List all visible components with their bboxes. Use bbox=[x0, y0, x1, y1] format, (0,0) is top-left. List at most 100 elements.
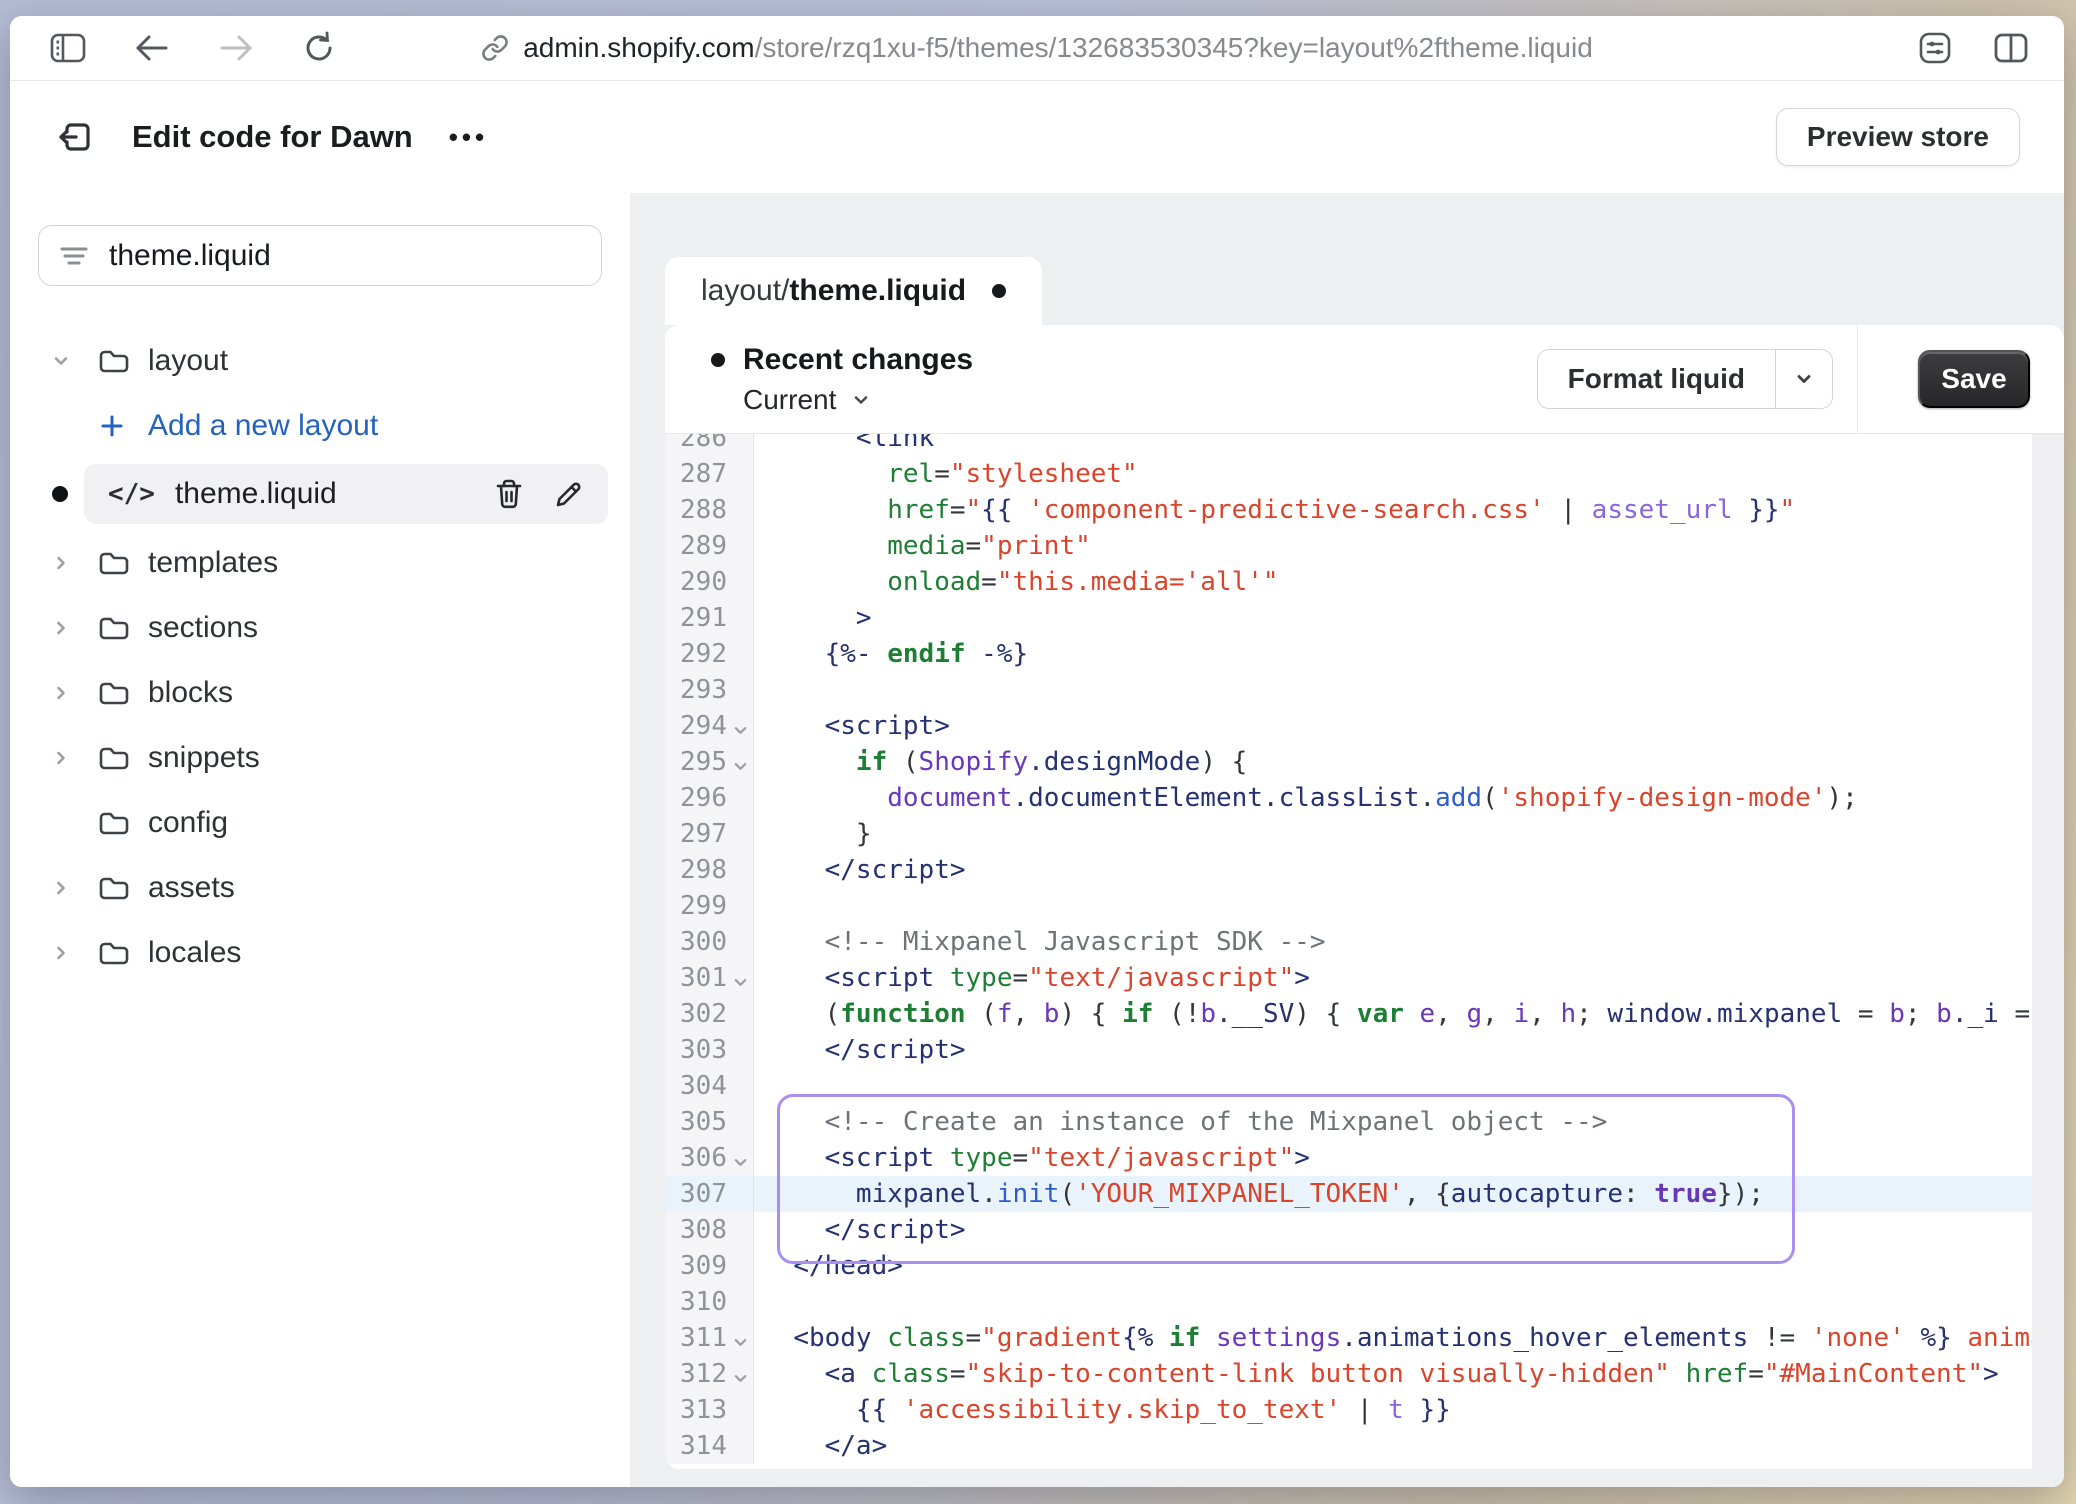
code-text[interactable]: </script> bbox=[754, 1032, 2064, 1068]
sidebar-item-layout[interactable]: layout bbox=[10, 328, 630, 393]
code-text[interactable]: onload="this.media='all'" bbox=[754, 564, 2064, 600]
code-text[interactable]: <script> bbox=[754, 708, 2064, 744]
sidebar-item-locales[interactable]: locales bbox=[10, 920, 630, 985]
code-text[interactable]: <a class="skip-to-content-link button vi… bbox=[754, 1356, 2064, 1392]
forward-button-icon[interactable] bbox=[218, 33, 254, 63]
line-number[interactable]: 311 bbox=[665, 1320, 754, 1356]
delete-file-icon[interactable] bbox=[494, 478, 524, 510]
code-text[interactable] bbox=[754, 1284, 2064, 1320]
code-line-292[interactable]: 292 {%- endif -%} bbox=[665, 636, 2064, 672]
sidebar-item-blocks[interactable]: blocks bbox=[10, 660, 630, 725]
line-number[interactable]: 307 bbox=[665, 1176, 754, 1212]
line-number[interactable]: 294 bbox=[665, 708, 754, 744]
sidebar-item-theme-liquid[interactable]: </>theme.liquid bbox=[10, 458, 630, 530]
code-line-297[interactable]: 297 } bbox=[665, 816, 2064, 852]
code-line-291[interactable]: 291 > bbox=[665, 600, 2064, 636]
line-number[interactable]: 286 bbox=[665, 434, 754, 456]
chevron-icon[interactable] bbox=[50, 942, 98, 964]
code-line-308[interactable]: 308 </script> bbox=[665, 1212, 2064, 1248]
code-line-293[interactable]: 293 bbox=[665, 672, 2064, 708]
code-text[interactable]: if (Shopify.designMode) { bbox=[754, 744, 2064, 780]
code-editor[interactable]: 286 <link287 rel="stylesheet"288 href="{… bbox=[665, 434, 2064, 1469]
fold-chevron-icon[interactable] bbox=[727, 966, 753, 991]
line-number[interactable]: 298 bbox=[665, 852, 754, 888]
code-line-309[interactable]: 309 </head> bbox=[665, 1248, 2064, 1284]
sidebar-item-config[interactable]: config bbox=[10, 790, 630, 855]
fold-chevron-icon[interactable] bbox=[727, 1362, 753, 1387]
code-line-314[interactable]: 314 </a> bbox=[665, 1428, 2064, 1464]
code-text[interactable]: </head> bbox=[754, 1248, 2064, 1284]
line-number[interactable]: 297 bbox=[665, 816, 754, 852]
code-line-303[interactable]: 303 </script> bbox=[665, 1032, 2064, 1068]
code-line-295[interactable]: 295 if (Shopify.designMode) { bbox=[665, 744, 2064, 780]
code-line-290[interactable]: 290 onload="this.media='all'" bbox=[665, 564, 2064, 600]
code-line-313[interactable]: 313 {{ 'accessibility.skip_to_text' | t … bbox=[665, 1392, 2064, 1428]
code-line-296[interactable]: 296 document.documentElement.classList.a… bbox=[665, 780, 2064, 816]
code-line-294[interactable]: 294 <script> bbox=[665, 708, 2064, 744]
code-text[interactable]: media="print" bbox=[754, 528, 2064, 564]
line-number[interactable]: 292 bbox=[665, 636, 754, 672]
code-line-312[interactable]: 312 <a class="skip-to-content-link butto… bbox=[665, 1356, 2064, 1392]
editor-scrollbar-track[interactable] bbox=[2032, 434, 2064, 1469]
code-line-298[interactable]: 298 </script> bbox=[665, 852, 2064, 888]
code-line-305[interactable]: 305 <!-- Create an instance of the Mixpa… bbox=[665, 1104, 2064, 1140]
code-text[interactable]: (function (f, b) { if (!b.__SV) { var e,… bbox=[754, 996, 2064, 1032]
line-number[interactable]: 308 bbox=[665, 1212, 754, 1248]
code-line-299[interactable]: 299 bbox=[665, 888, 2064, 924]
code-line-289[interactable]: 289 media="print" bbox=[665, 528, 2064, 564]
code-text[interactable]: rel="stylesheet" bbox=[754, 456, 2064, 492]
code-text[interactable]: <script type="text/javascript"> bbox=[754, 960, 2064, 996]
code-text[interactable]: </script> bbox=[754, 1212, 2064, 1248]
code-line-286[interactable]: 286 <link bbox=[665, 434, 2064, 456]
line-number[interactable]: 295 bbox=[665, 744, 754, 780]
fold-chevron-icon[interactable] bbox=[727, 1326, 753, 1351]
split-view-icon[interactable] bbox=[1994, 33, 2028, 63]
add-new-layout-button[interactable]: Add a new layout bbox=[10, 393, 630, 458]
line-number[interactable]: 290 bbox=[665, 564, 754, 600]
line-number[interactable]: 310 bbox=[665, 1284, 754, 1320]
code-line-310[interactable]: 310 bbox=[665, 1284, 2064, 1320]
code-line-288[interactable]: 288 href="{{ 'component-predictive-searc… bbox=[665, 492, 2064, 528]
fold-chevron-icon[interactable] bbox=[727, 1146, 753, 1171]
code-text[interactable]: > bbox=[754, 600, 2064, 636]
line-number[interactable]: 301 bbox=[665, 960, 754, 996]
browser-sidebar-toggle-icon[interactable] bbox=[50, 33, 86, 63]
code-text[interactable] bbox=[754, 1068, 2064, 1104]
save-button[interactable]: Save bbox=[1918, 350, 2030, 408]
code-text[interactable]: {%- endif -%} bbox=[754, 636, 2064, 672]
code-text[interactable]: document.documentElement.classList.add('… bbox=[754, 780, 2064, 816]
line-number[interactable]: 305 bbox=[665, 1104, 754, 1140]
line-number[interactable]: 291 bbox=[665, 600, 754, 636]
code-line-301[interactable]: 301 <script type="text/javascript"> bbox=[665, 960, 2064, 996]
rename-file-icon[interactable] bbox=[554, 479, 584, 509]
sidebar-item-assets[interactable]: assets bbox=[10, 855, 630, 920]
chevron-icon[interactable] bbox=[50, 747, 98, 769]
code-text[interactable] bbox=[754, 672, 2064, 708]
line-number[interactable]: 287 bbox=[665, 456, 754, 492]
sidebar-item-sections[interactable]: sections bbox=[10, 595, 630, 660]
code-line-300[interactable]: 300 <!-- Mixpanel Javascript SDK --> bbox=[665, 924, 2064, 960]
line-number[interactable]: 304 bbox=[665, 1068, 754, 1104]
chevron-icon[interactable] bbox=[50, 877, 98, 899]
code-line-307[interactable]: 307 mixpanel.init('YOUR_MIXPANEL_TOKEN',… bbox=[665, 1176, 2064, 1212]
code-text[interactable]: <link bbox=[754, 434, 2064, 456]
chevron-icon[interactable] bbox=[50, 682, 98, 704]
fold-chevron-icon[interactable] bbox=[727, 714, 753, 739]
tab-theme-liquid[interactable]: layout/theme.liquid bbox=[665, 257, 1042, 325]
code-text[interactable] bbox=[754, 888, 2064, 924]
chevron-icon[interactable] bbox=[50, 617, 98, 639]
sidebar-item-templates[interactable]: templates bbox=[10, 530, 630, 595]
back-button-icon[interactable] bbox=[134, 33, 170, 63]
preview-store-button[interactable]: Preview store bbox=[1776, 108, 2020, 166]
exit-editor-icon[interactable] bbox=[54, 117, 94, 157]
search-input[interactable] bbox=[107, 238, 581, 274]
line-number[interactable]: 302 bbox=[665, 996, 754, 1032]
code-text[interactable]: } bbox=[754, 816, 2064, 852]
chevron-icon[interactable] bbox=[50, 552, 98, 574]
line-number[interactable]: 289 bbox=[665, 528, 754, 564]
code-text[interactable]: href="{{ 'component-predictive-search.cs… bbox=[754, 492, 2064, 528]
code-line-302[interactable]: 302 (function (f, b) { if (!b.__SV) { va… bbox=[665, 996, 2064, 1032]
line-number[interactable]: 313 bbox=[665, 1392, 754, 1428]
code-text[interactable]: </script> bbox=[754, 852, 2064, 888]
line-number[interactable]: 288 bbox=[665, 492, 754, 528]
